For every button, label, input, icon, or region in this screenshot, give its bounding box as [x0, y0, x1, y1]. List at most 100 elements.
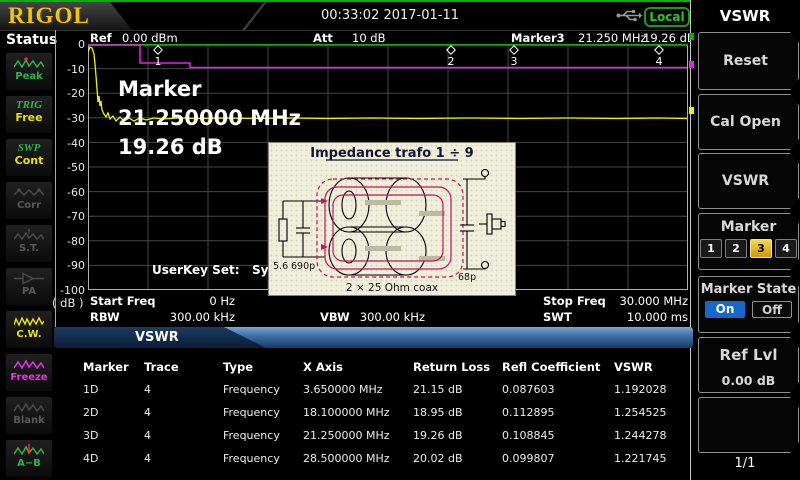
- table-cell: 1.254525: [614, 406, 690, 429]
- marker-number-row: 1 2 3 4: [699, 239, 798, 258]
- page-indicator: 1/1: [690, 456, 800, 471]
- status-item-label: Blank: [6, 415, 52, 426]
- status-item-preamp: PA: [6, 268, 52, 305]
- start-freq-value: 0 Hz: [150, 294, 235, 308]
- marker-state-on-button[interactable]: On: [705, 301, 745, 318]
- table-cell: 1.192028: [614, 383, 690, 406]
- blank-waveform-icon: [14, 400, 44, 415]
- y-tick: -20: [58, 87, 85, 100]
- vswr-button-label: VSWR: [699, 173, 792, 189]
- impedance-transformer-inset: Impedance trafo 1 ÷ 9: [268, 142, 516, 296]
- core-shading: [365, 200, 445, 261]
- reset-button[interactable]: Reset: [698, 32, 799, 90]
- table-cell: Frequency: [223, 406, 303, 429]
- marker-state-off-button[interactable]: Off: [752, 301, 792, 318]
- yellow-trace-end-tick: [689, 107, 694, 114]
- corr-waveform-icon: [14, 185, 44, 200]
- marker-select-button[interactable]: Marker 1 2 3 4: [698, 213, 799, 270]
- marker-header-freq: 21.250 MHz: [578, 31, 647, 45]
- cap-left-label: 690p: [291, 261, 315, 272]
- swt-label: SWT: [543, 310, 572, 324]
- status-item-blank: Blank: [6, 397, 52, 434]
- instrument-screen: RIGOL 00:33:02 2017-01-11 Local Status P…: [0, 0, 800, 480]
- table-cell: 28.500000 MHz: [303, 452, 413, 475]
- att-value: 10 dB: [352, 31, 385, 45]
- table-cell: 3.650000 MHz: [303, 383, 413, 406]
- reset-button-label: Reset: [699, 53, 792, 69]
- status-item-sweep: SWP Cont: [6, 139, 52, 176]
- vswr-button[interactable]: VSWR: [698, 153, 799, 209]
- softkey-panel-title: VSWR: [690, 7, 800, 25]
- y-tick: 0: [58, 38, 85, 51]
- table-cell: 3D: [83, 429, 144, 452]
- top-green-line: [0, 0, 692, 2]
- status-item-peak: Peak: [6, 53, 52, 90]
- swt-value: 10.000 ms: [600, 310, 688, 324]
- output-network: [460, 170, 505, 270]
- table-cell: 4: [144, 452, 223, 475]
- sweep-time-icon: [14, 228, 44, 243]
- col-header: Marker: [83, 360, 144, 381]
- rbw-label: RBW: [90, 310, 120, 324]
- marker-readout-title: Marker: [118, 75, 301, 104]
- vswr-tab[interactable]: VSWR: [54, 327, 266, 348]
- status-item-label: Corr: [6, 200, 52, 211]
- table-cell: 1.244278: [614, 429, 690, 452]
- col-header: Trace: [144, 360, 223, 381]
- marker-3-button[interactable]: 3: [750, 239, 772, 258]
- marker-number-4: 4: [656, 55, 663, 68]
- marker-number-labels: 1 2 3 4: [155, 55, 663, 68]
- marker-2-button[interactable]: 2: [725, 239, 747, 258]
- status-item-label: Cont: [6, 155, 52, 166]
- on-off-row: On Off: [699, 301, 798, 318]
- marker-4-button[interactable]: 4: [775, 239, 797, 258]
- y-tick: -90: [58, 259, 85, 272]
- marker-state-button[interactable]: Marker State On Off: [698, 276, 799, 333]
- inset-title: Impedance trafo 1 ÷ 9: [310, 146, 473, 161]
- local-mode-badge: Local: [644, 7, 690, 27]
- table-cell: Frequency: [223, 452, 303, 475]
- col-header: X Axis: [303, 360, 413, 381]
- cap-right-label: 68p: [458, 272, 476, 283]
- vbw-value: 300.00 kHz: [355, 310, 425, 324]
- rigol-logo: RIGOL: [8, 3, 90, 29]
- rbw-value: 300.00 kHz: [150, 310, 235, 324]
- status-item-label: Freeze: [6, 372, 52, 383]
- table-cell: 4: [144, 429, 223, 452]
- col-header: VSWR: [614, 360, 690, 381]
- table-cell: 4: [144, 383, 223, 406]
- y-tick: -60: [58, 186, 85, 199]
- ref-value: 0.00 dBm: [122, 31, 178, 45]
- magenta-trace-end-tick: [689, 61, 694, 68]
- y-tick: -10: [58, 63, 85, 76]
- table-cell: 2D: [83, 406, 144, 429]
- col-header: Refl Coefficient: [502, 360, 614, 381]
- logo-streak: [242, 2, 267, 30]
- start-freq-label: Start Freq: [90, 294, 156, 308]
- cal-open-button[interactable]: Cal Open: [698, 94, 799, 150]
- table-cell: 0.112895: [502, 406, 614, 429]
- marker-diamonds: [154, 46, 663, 54]
- col-header: Return Loss: [413, 360, 502, 381]
- marker-1-button[interactable]: 1: [700, 239, 722, 258]
- sidebar-separator: [55, 30, 56, 327]
- usb-icon: [616, 9, 642, 22]
- vswr-tab-label: VSWR: [135, 330, 179, 345]
- table-cell: 21.250000 MHz: [303, 429, 413, 452]
- freeze-waveform-icon: [14, 357, 44, 372]
- y-tick: -50: [58, 161, 85, 174]
- table-cell: 4: [144, 406, 223, 429]
- status-sidebar-title: Status: [6, 32, 57, 48]
- marker-number-3: 3: [511, 55, 518, 68]
- ref-lvl-button[interactable]: Ref Lvl 0.00 dB: [698, 337, 799, 393]
- table-cell: Frequency: [223, 383, 303, 406]
- ref-level-line: [88, 44, 688, 46]
- status-item-corr: Corr: [6, 182, 52, 219]
- blank-softkey-button[interactable]: [698, 397, 799, 453]
- input-network: [279, 201, 325, 257]
- status-item-trace-math: A−B: [6, 440, 52, 477]
- status-item-trigger: TRIG Free: [6, 96, 52, 133]
- preamp-icon: [14, 271, 44, 286]
- marker-state-label: Marker State: [699, 282, 798, 297]
- table-cell: 0.099807: [502, 452, 614, 475]
